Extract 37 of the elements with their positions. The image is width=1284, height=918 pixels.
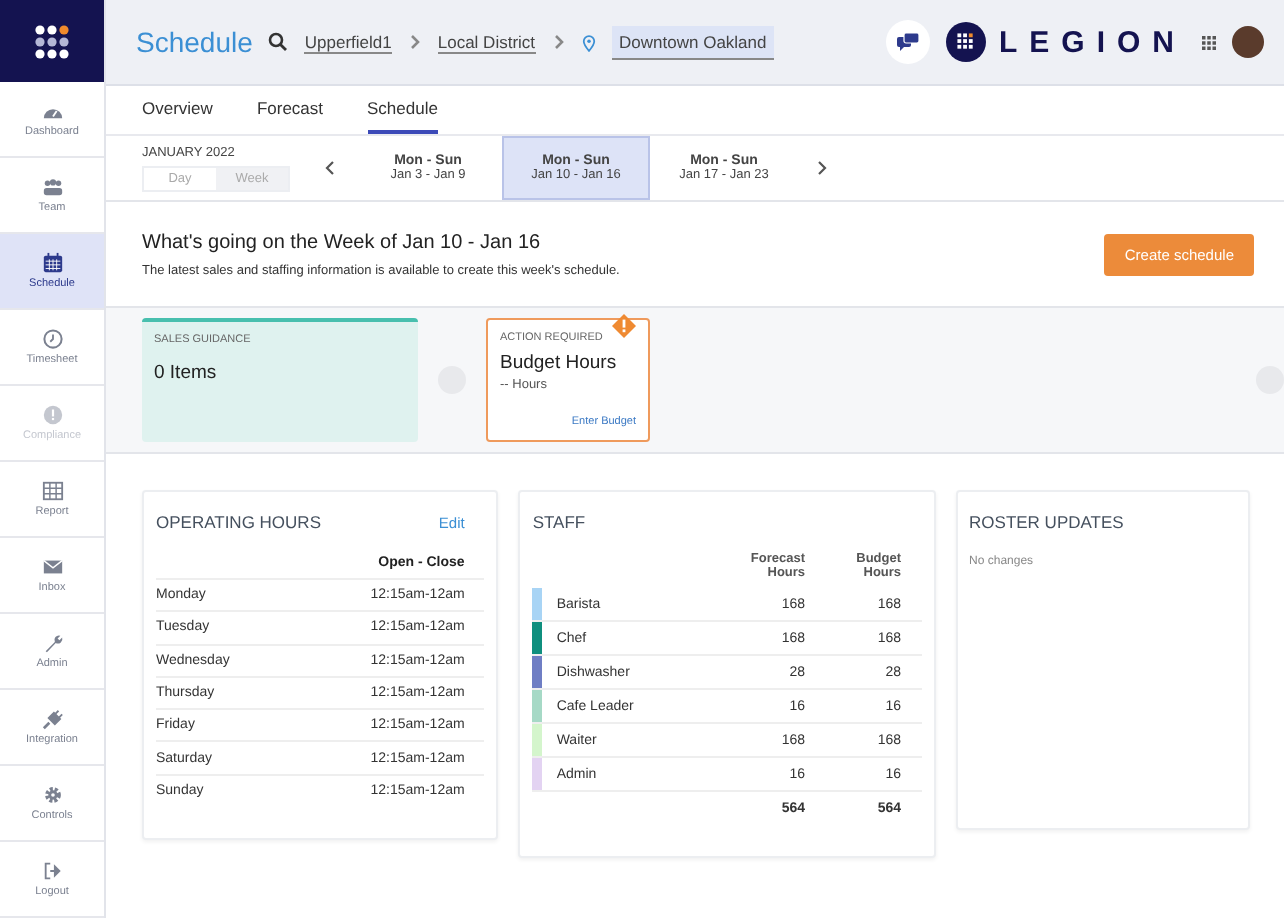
tab[interactable]: Schedule xyxy=(367,98,438,134)
card-title: Budget Hours xyxy=(500,352,619,374)
panel-title: STAFF xyxy=(532,512,588,532)
search-icon xyxy=(268,32,289,52)
brand-logo-icon xyxy=(946,22,987,62)
alert-icon xyxy=(41,404,63,426)
breadcrumb-link[interactable]: Local District xyxy=(437,31,536,53)
avatar[interactable] xyxy=(1232,26,1264,58)
page-title: Schedule xyxy=(136,26,253,58)
chevron-left-icon xyxy=(324,160,336,176)
wrench-icon xyxy=(41,632,63,654)
chevron-right-icon xyxy=(816,160,828,176)
people-icon xyxy=(41,176,63,198)
plug-icon xyxy=(41,708,63,730)
tab[interactable]: Forecast xyxy=(256,98,324,134)
gear-icon xyxy=(41,784,63,806)
envelope-icon xyxy=(41,556,63,578)
brand-name: LEGION xyxy=(998,25,1186,59)
breadcrumb-link[interactable]: Upperfield1 xyxy=(304,31,392,53)
section-heading: What's going on the Week of Jan 10 - Jan 16 xyxy=(142,231,543,253)
breadcrumb-link[interactable]: Downtown Oakland xyxy=(611,25,775,59)
app-grid-icon xyxy=(1202,35,1216,49)
card-title: 0 Items xyxy=(154,362,219,384)
logout-icon xyxy=(41,860,63,882)
chat-button[interactable] xyxy=(886,20,931,64)
tab[interactable]: Overview xyxy=(142,98,213,134)
panel-title: ROSTER UPDATES xyxy=(969,512,1126,532)
chat-bubbles-icon xyxy=(896,32,921,52)
chevron-right-icon xyxy=(551,34,566,50)
warning-icon xyxy=(612,314,636,338)
dot-grid-logo-icon xyxy=(34,23,70,59)
location-pin-icon xyxy=(581,33,596,51)
panel-title: OPERATING HOURS xyxy=(156,512,321,532)
clock-icon xyxy=(41,328,63,350)
table-icon xyxy=(41,480,63,502)
calendar-icon xyxy=(41,252,63,274)
chevron-right-icon xyxy=(407,34,422,50)
